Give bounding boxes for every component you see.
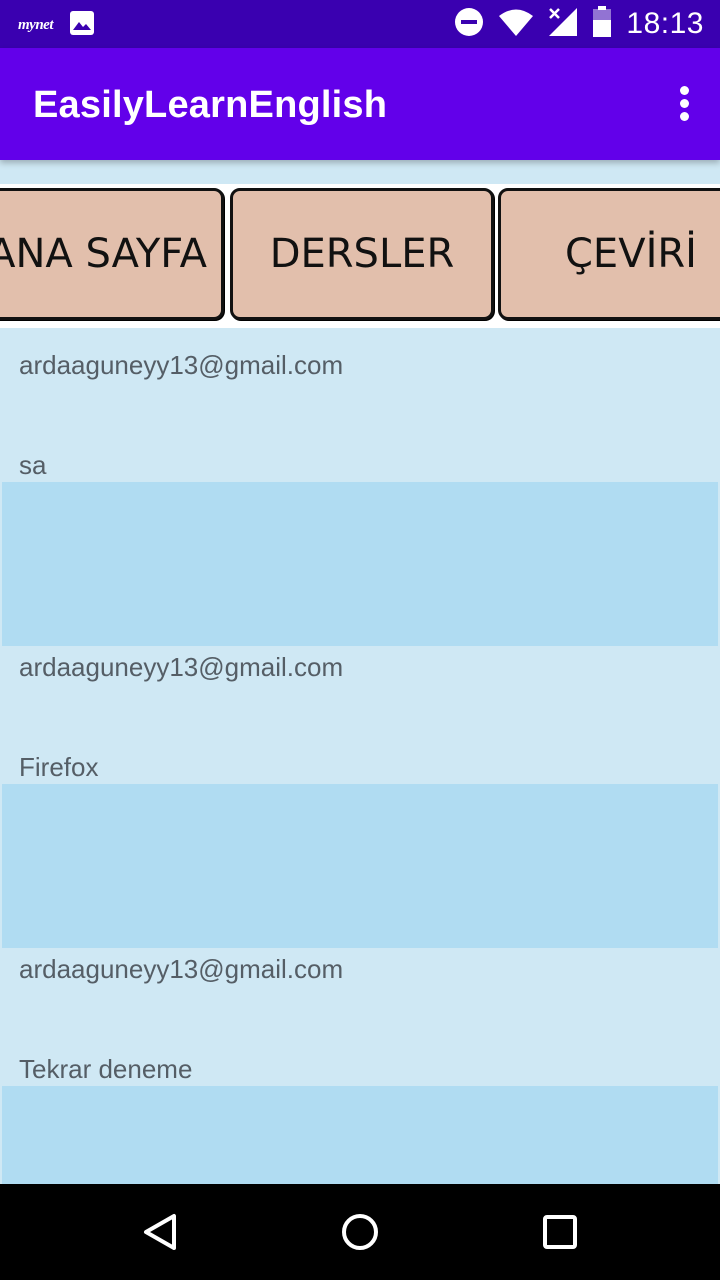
more-vert-icon[interactable] xyxy=(672,86,696,126)
tab-strip: ANA SAYFA DERSLER ÇEVİRİ xyxy=(0,184,720,328)
signal-no-data-icon xyxy=(548,7,578,42)
post-item[interactable]: ardaaguneyy13@gmail.com sa xyxy=(0,328,720,646)
do-not-disturb-icon xyxy=(454,7,484,42)
recents-icon[interactable] xyxy=(536,1208,584,1256)
post-email: ardaaguneyy13@gmail.com xyxy=(19,350,344,380)
post-item[interactable]: ardaaguneyy13@gmail.com Tekrar deneme xyxy=(0,932,720,1184)
post-content-box xyxy=(2,482,718,646)
status-bar: mynet 18:13 xyxy=(0,0,720,48)
post-content-box xyxy=(2,1086,718,1184)
post-email: ardaaguneyy13@gmail.com xyxy=(19,954,344,984)
tab-dersler[interactable]: DERSLER xyxy=(230,188,494,320)
image-icon xyxy=(69,10,95,41)
post-feed[interactable]: ardaaguneyy13@gmail.com sa ardaaguneyy13… xyxy=(0,328,720,1184)
back-icon[interactable] xyxy=(136,1208,184,1256)
post-message: sa xyxy=(19,450,47,480)
clock: 18:13 xyxy=(626,7,704,40)
post-content-box xyxy=(2,784,718,948)
wifi-icon xyxy=(498,7,534,42)
tab-ana-sayfa[interactable]: ANA SAYFA xyxy=(0,188,224,320)
navigation-bar xyxy=(0,1184,720,1280)
status-right: 18:13 xyxy=(454,0,704,48)
status-left: mynet xyxy=(18,10,95,41)
post-message: Firefox xyxy=(19,752,99,782)
mynet-logo: mynet xyxy=(18,17,54,33)
tab-ceviri[interactable]: ÇEVİRİ xyxy=(498,188,720,320)
post-item[interactable]: ardaaguneyy13@gmail.com Firefox xyxy=(0,630,720,948)
post-message: Tekrar deneme xyxy=(19,1054,193,1084)
post-email: ardaaguneyy13@gmail.com xyxy=(19,652,344,682)
app-title: EasilyLearnEnglish xyxy=(33,84,388,126)
battery-icon xyxy=(592,5,612,43)
app-bar: EasilyLearnEnglish xyxy=(0,48,720,160)
home-icon[interactable] xyxy=(336,1208,384,1256)
